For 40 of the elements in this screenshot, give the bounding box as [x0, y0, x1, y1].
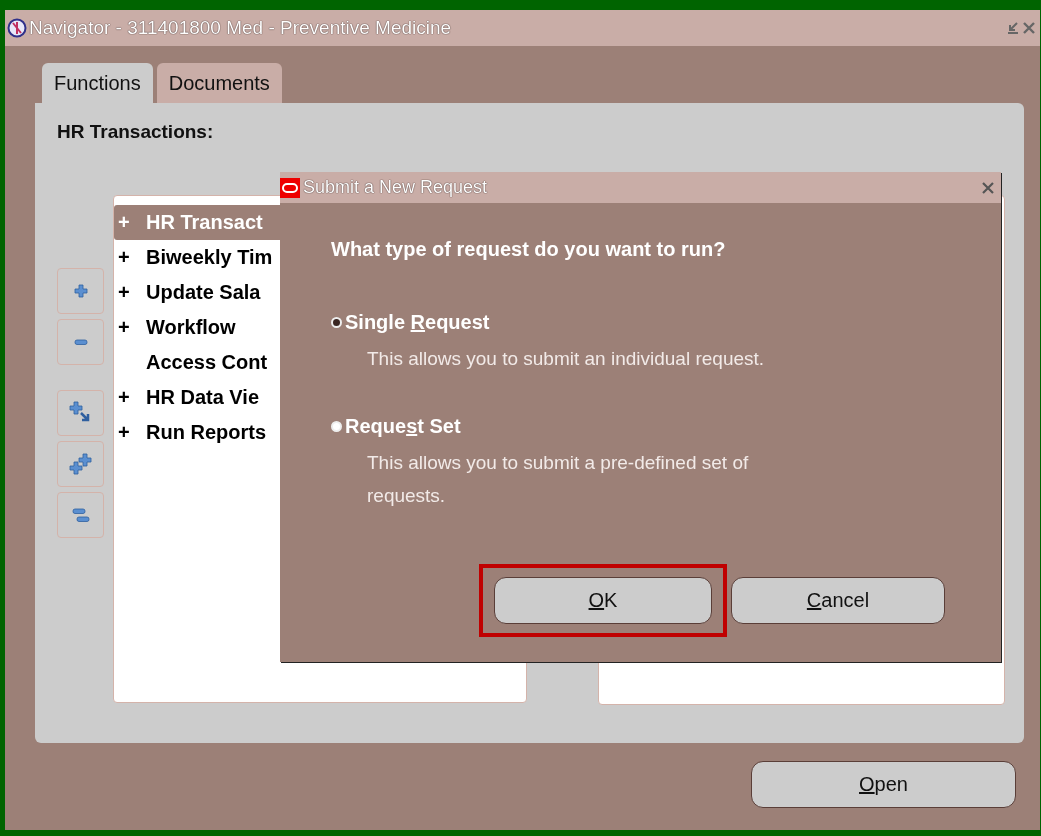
expand-branch-button[interactable]: [57, 390, 104, 436]
tab[interactable]: Documents: [156, 63, 282, 103]
item-label: Workflow: [146, 316, 236, 339]
close-icon[interactable]: [1022, 21, 1036, 35]
expand-marker[interactable]: +: [118, 386, 130, 408]
dialog-button[interactable]: OK: [494, 577, 712, 624]
radio-button[interactable]: [331, 421, 342, 432]
expand-marker[interactable]: +: [118, 421, 130, 443]
expand-all-button[interactable]: [57, 441, 104, 487]
item-label: HR Data Vie: [146, 386, 259, 409]
collapse-button[interactable]: [57, 319, 104, 365]
expand-marker[interactable]: +: [118, 246, 130, 268]
minus-icon: [72, 338, 89, 346]
item-label: Biweekly Tim: [146, 246, 273, 269]
option-label[interactable]: Request Set: [345, 415, 461, 438]
open-button[interactable]: Open: [751, 761, 1016, 808]
option-description: This allows you to submit a pre-defined set of requests.: [367, 451, 750, 508]
item-label: HR Transact: [146, 211, 263, 234]
option-description: This allows you to submit an individual request.: [367, 347, 766, 371]
section-heading: HR Transactions:: [57, 121, 215, 143]
option-label[interactable]: Single Request: [345, 311, 490, 334]
globe-icon: [7, 18, 27, 38]
expand-marker[interactable]: +: [118, 281, 130, 303]
collapse-all-button[interactable]: [57, 492, 104, 538]
item-label: Run Reports: [146, 421, 266, 444]
double-minus-icon: [70, 506, 91, 524]
item-label: Update Sala: [146, 281, 261, 304]
plus-icon: [72, 283, 89, 299]
dialog-button[interactable]: Cancel: [731, 577, 945, 624]
tab[interactable]: Functions: [42, 63, 153, 103]
dialog-title: Submit a New Request: [303, 177, 489, 198]
double-plus-icon: [68, 452, 93, 476]
expand-marker[interactable]: +: [118, 211, 130, 233]
close-icon[interactable]: [981, 180, 995, 195]
minimize-icon[interactable]: [1006, 21, 1020, 35]
expand-marker[interactable]: +: [118, 316, 130, 338]
radio-button[interactable]: [331, 317, 342, 328]
dialog-question: What type of request do you want to run?: [331, 238, 727, 261]
expand-button[interactable]: [57, 268, 104, 314]
window-title: Navigator - 311401800 Med - Preventive Medicine: [29, 17, 453, 39]
